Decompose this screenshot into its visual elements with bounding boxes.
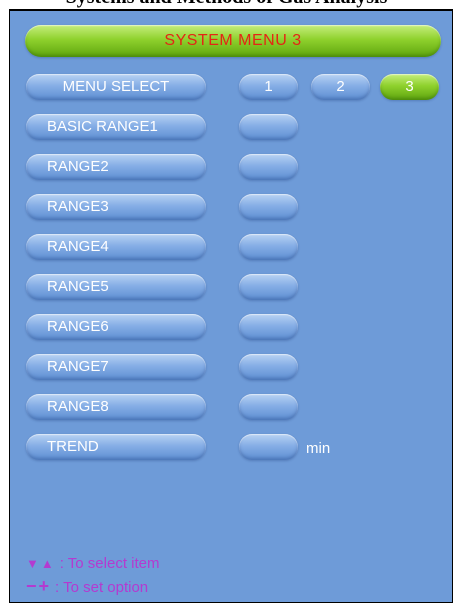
range6-button[interactable]: RANGE6 — [26, 314, 206, 340]
range3-button[interactable]: RANGE3 — [26, 194, 206, 220]
range7-value-button[interactable] — [239, 354, 298, 380]
range6-value-button[interactable] — [239, 314, 298, 340]
minus-plus-icon: −+ — [26, 576, 52, 596]
help-set-option-text: : To set option — [55, 579, 149, 596]
help-select-item: ▼▲: To select item — [26, 555, 160, 573]
basic-range1-value-button[interactable] — [239, 114, 298, 140]
trend-unit-label: min — [306, 440, 331, 457]
menu-option-3-button[interactable]: 3 — [380, 74, 439, 100]
basic-range1-button[interactable]: BASIC RANGE1 — [26, 114, 206, 140]
menu-option-1-button[interactable]: 1 — [239, 74, 298, 100]
system-menu-panel: SYSTEM MENU 3 MENU SELECT 1 2 3 BASIC RA… — [9, 9, 453, 603]
down-up-arrows-icon: ▼▲ — [26, 556, 56, 571]
range5-button[interactable]: RANGE5 — [26, 274, 206, 300]
range8-value-button[interactable] — [239, 394, 298, 420]
trend-button[interactable]: TREND — [26, 434, 206, 460]
help-select-item-text: : To select item — [59, 555, 160, 572]
range4-button[interactable]: RANGE4 — [26, 234, 206, 260]
menu-option-2-button[interactable]: 2 — [311, 74, 370, 100]
cropped-header-text: Systems and Methods of Gas Analysis — [0, 0, 453, 9]
range2-button[interactable]: RANGE2 — [26, 154, 206, 180]
range2-value-button[interactable] — [239, 154, 298, 180]
range7-button[interactable]: RANGE7 — [26, 354, 206, 380]
range8-button[interactable]: RANGE8 — [26, 394, 206, 420]
help-set-option: −+: To set option — [26, 577, 148, 597]
menu-select-button[interactable]: MENU SELECT — [26, 74, 206, 100]
menu-title: SYSTEM MENU 3 — [25, 25, 441, 57]
range3-value-button[interactable] — [239, 194, 298, 220]
trend-value-button[interactable] — [239, 434, 298, 460]
range5-value-button[interactable] — [239, 274, 298, 300]
range4-value-button[interactable] — [239, 234, 298, 260]
